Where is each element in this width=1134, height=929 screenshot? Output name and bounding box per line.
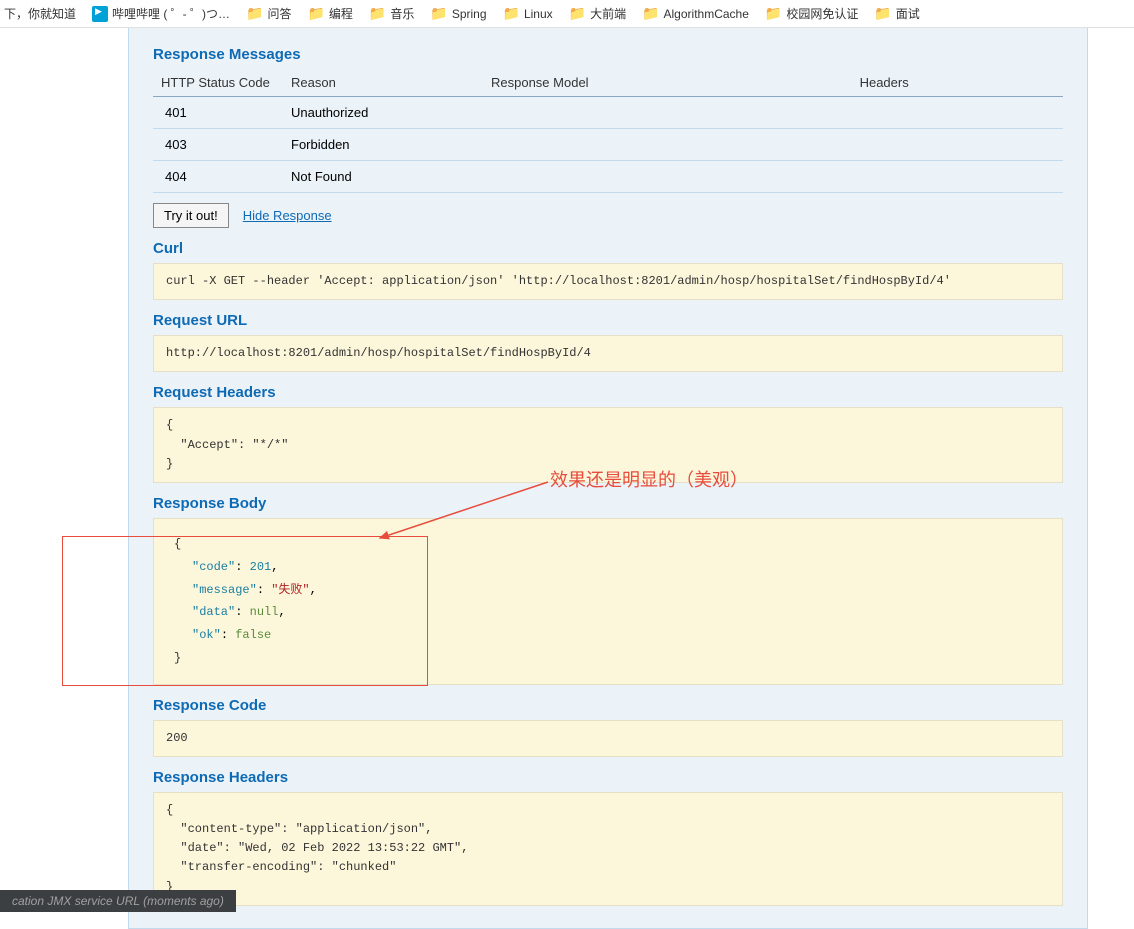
bookmark-folder-1[interactable]: 📁编程	[307, 5, 352, 22]
folder-icon: 📁	[642, 5, 659, 22]
try-it-out-button[interactable]: Try it out!	[153, 203, 229, 228]
folder-icon: 📁	[569, 5, 586, 22]
request-url-title: Request URL	[153, 312, 1063, 329]
bookmark-folder-8[interactable]: 📁面试	[874, 5, 919, 22]
request-headers-title: Request Headers	[153, 384, 1063, 401]
response-messages-table: HTTP Status Code Reason Response Model H…	[153, 69, 1063, 193]
response-headers-title: Response Headers	[153, 769, 1063, 786]
response-body-block: { "code": 201, "message": "失败", "data": …	[153, 518, 1063, 685]
hide-response-link[interactable]: Hide Response	[243, 208, 332, 223]
bookmark-folder-5[interactable]: 📁大前端	[569, 5, 626, 22]
folder-icon: 📁	[246, 5, 263, 22]
status-reason: Unauthorized	[283, 97, 483, 129]
bookmark-folder-0[interactable]: 📁问答	[246, 5, 291, 22]
content-area: Response Messages HTTP Status Code Reaso…	[0, 28, 1134, 929]
response-code-block: 200	[153, 720, 1063, 757]
curl-block: curl -X GET --header 'Accept: applicatio…	[153, 263, 1063, 300]
table-row: 401 Unauthorized	[153, 97, 1063, 129]
col-model: Response Model	[483, 69, 852, 97]
response-code-title: Response Code	[153, 697, 1063, 714]
status-reason: Not Found	[283, 161, 483, 193]
bookmarks-bar: 下，你就知道 哔哩哔哩 ( ゜- ゜)つ… 📁问答 📁编程 📁音乐 📁Sprin…	[0, 0, 1134, 28]
curl-title: Curl	[153, 240, 1063, 257]
status-code: 401	[153, 97, 283, 129]
col-headers: Headers	[852, 69, 1063, 97]
status-code: 404	[153, 161, 283, 193]
status-bar: cation JMX service URL (moments ago)	[0, 890, 236, 912]
bookmark-bilibili[interactable]: 哔哩哔哩 ( ゜- ゜)つ…	[92, 5, 230, 22]
status-code: 403	[153, 129, 283, 161]
bookmark-folder-3[interactable]: 📁Spring	[430, 5, 486, 22]
bookmark-folder-6[interactable]: 📁AlgorithmCache	[642, 5, 749, 22]
response-messages-title: Response Messages	[153, 46, 1063, 63]
table-row: 404 Not Found	[153, 161, 1063, 193]
folder-icon: 📁	[369, 5, 386, 22]
status-reason: Forbidden	[283, 129, 483, 161]
col-status: HTTP Status Code	[153, 69, 283, 97]
folder-icon: 📁	[307, 5, 324, 22]
bookmark-prefix[interactable]: 下，你就知道	[4, 5, 76, 22]
annotation-text: 效果还是明显的（美观）	[550, 466, 748, 492]
table-row: 403 Forbidden	[153, 129, 1063, 161]
response-body-title: Response Body	[153, 495, 1063, 512]
try-row: Try it out! Hide Response	[153, 203, 1063, 228]
folder-icon: 📁	[503, 5, 520, 22]
bookmark-label: 哔哩哔哩 ( ゜- ゜)つ…	[112, 5, 230, 22]
response-headers-block: { "content-type": "application/json", "d…	[153, 792, 1063, 906]
bilibili-icon	[92, 6, 108, 22]
folder-icon: 📁	[430, 5, 447, 22]
bookmark-folder-4[interactable]: 📁Linux	[503, 5, 553, 22]
folder-icon: 📁	[765, 5, 782, 22]
col-reason: Reason	[283, 69, 483, 97]
folder-icon: 📁	[874, 5, 891, 22]
bookmark-folder-7[interactable]: 📁校园网免认证	[765, 5, 858, 22]
request-url-block: http://localhost:8201/admin/hosp/hospita…	[153, 335, 1063, 372]
bookmark-folder-2[interactable]: 📁音乐	[369, 5, 414, 22]
